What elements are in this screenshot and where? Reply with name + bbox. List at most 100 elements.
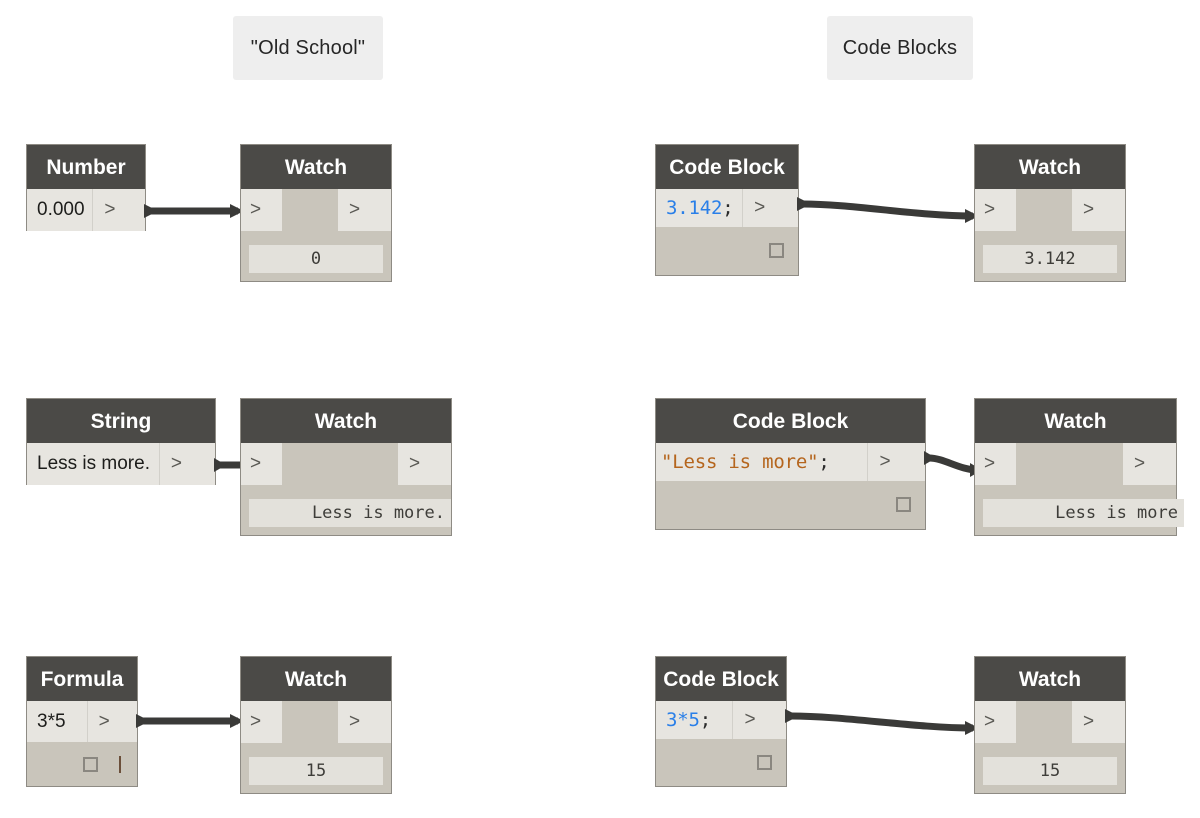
watch-string-input-port[interactable]: > — [241, 443, 282, 485]
string-input-field[interactable]: Less is more. — [27, 443, 159, 485]
codeblock-formula-output-port[interactable]: > — [732, 701, 786, 739]
watch-string-header: Watch — [241, 399, 451, 443]
watch-cb-number-value: 3.142 — [983, 245, 1117, 273]
watch-string-port-gap — [282, 443, 398, 485]
wire-codeblock-to-watch-number — [797, 197, 979, 223]
number-input-field[interactable]: 0.000 — [27, 189, 93, 231]
node-codeblock-string[interactable]: Code Block "Less is more"; > — [655, 398, 926, 530]
watch-cb-formula-output-port[interactable]: > — [1072, 701, 1125, 743]
number-input-value: 0.000 — [37, 199, 85, 220]
watch-string-value: Less is more. — [249, 499, 451, 527]
watch-string-value-text: Less is more. — [311, 503, 445, 523]
codeblock-string-header: Code Block — [656, 399, 925, 443]
codeblock-string-output-port[interactable]: > — [867, 443, 925, 481]
node-formula[interactable]: Formula 3*5 > — [26, 656, 138, 787]
watch-cb-string-output-port[interactable]: > — [1123, 443, 1176, 485]
number-output-port[interactable]: > — [92, 189, 145, 231]
watch-cb-formula-title: Watch — [1018, 667, 1082, 691]
watch-cb-formula-input-chevron: > — [984, 711, 996, 732]
watch-cb-number-port-gap — [1016, 189, 1072, 231]
node-watch-string[interactable]: Watch > > Less is more. — [240, 398, 452, 536]
codeblock-number-checkbox[interactable] — [769, 243, 784, 258]
node-formula-title: Formula — [40, 667, 124, 691]
node-number[interactable]: Number 0.000 > — [26, 144, 146, 231]
watch-number-value: 0 — [249, 245, 383, 273]
string-output-port[interactable]: > — [158, 443, 215, 485]
node-string-title: String — [90, 409, 152, 433]
node-watch-codeblock-number[interactable]: Watch > > 3.142 — [974, 144, 1126, 282]
watch-number-header: Watch — [241, 145, 391, 189]
codeblock-number-title: Code Block — [669, 155, 785, 179]
codeblock-string-output-chevron: > — [879, 451, 891, 472]
formula-input-field[interactable]: 3*5 — [27, 701, 87, 742]
watch-cb-string-header: Watch — [975, 399, 1176, 443]
codeblock-number-semicolon: ; — [722, 197, 734, 219]
watch-formula-output-port[interactable]: > — [338, 701, 391, 743]
watch-cb-formula-value: 15 — [983, 757, 1117, 785]
node-formula-header: Formula — [27, 657, 137, 701]
node-string-header: String — [27, 399, 215, 443]
watch-formula-output-chevron: > — [349, 711, 361, 732]
formula-checkbox[interactable] — [83, 757, 98, 772]
node-string[interactable]: String Less is more. > — [26, 398, 216, 485]
string-input-value: Less is more. — [37, 453, 150, 474]
watch-string-input-chevron: > — [250, 453, 262, 474]
section-label-old-school-text: "Old School" — [250, 36, 366, 59]
watch-cb-string-title: Watch — [1044, 409, 1107, 433]
watch-formula-input-port[interactable]: > — [241, 701, 282, 743]
codeblock-formula-output-chevron: > — [744, 709, 756, 730]
number-output-port-chevron: > — [104, 199, 116, 220]
watch-number-output-port[interactable]: > — [338, 189, 391, 231]
watch-cb-number-header: Watch — [975, 145, 1125, 189]
watch-cb-string-output-chevron: > — [1134, 453, 1146, 474]
watch-string-output-port[interactable]: > — [398, 443, 451, 485]
codeblock-formula-checkbox[interactable] — [757, 755, 772, 770]
formula-text-caret — [119, 756, 121, 773]
codeblock-formula-title: Code Block — [663, 667, 779, 691]
watch-cb-string-value: Less is more — [983, 499, 1184, 527]
watch-number-title: Watch — [284, 155, 348, 179]
string-output-port-chevron: > — [170, 453, 182, 474]
watch-formula-input-chevron: > — [250, 711, 262, 732]
node-number-header: Number — [27, 145, 145, 189]
codeblock-string-semicolon: ; — [818, 451, 830, 473]
node-watch-number[interactable]: Watch > > 0 — [240, 144, 392, 282]
formula-output-port-chevron: > — [98, 710, 110, 732]
watch-cb-number-output-port[interactable]: > — [1072, 189, 1125, 231]
watch-string-output-chevron: > — [409, 453, 421, 474]
watch-formula-value: 15 — [249, 757, 383, 785]
node-number-title: Number — [46, 155, 126, 179]
node-watch-codeblock-string[interactable]: Watch > > Less is more — [974, 398, 1184, 536]
watch-cb-formula-value-text: 15 — [1039, 761, 1061, 781]
formula-output-port[interactable]: > — [86, 701, 137, 742]
node-codeblock-formula[interactable]: Code Block 3*5; > — [655, 656, 787, 787]
codeblock-number-code-field[interactable]: 3.142; — [656, 189, 743, 227]
codeblock-string-checkbox[interactable] — [896, 497, 911, 512]
watch-cb-string-input-port[interactable]: > — [975, 443, 1016, 485]
watch-cb-number-input-port[interactable]: > — [975, 189, 1016, 231]
watch-formula-title: Watch — [284, 667, 348, 691]
watch-cb-formula-port-gap — [1016, 701, 1072, 743]
watch-number-value-text: 0 — [310, 249, 322, 269]
watch-number-input-port[interactable]: > — [241, 189, 282, 231]
codeblock-string-title: Code Block — [732, 409, 849, 433]
section-label-code-blocks-text: Code Blocks — [842, 36, 958, 59]
section-label-code-blocks: Code Blocks — [827, 16, 973, 80]
codeblock-number-output-port[interactable]: > — [742, 189, 798, 227]
watch-cb-formula-header: Watch — [975, 657, 1125, 701]
node-watch-formula[interactable]: Watch > > 15 — [240, 656, 392, 794]
codeblock-number-literal: 3.142 — [666, 197, 723, 219]
watch-cb-formula-input-port[interactable]: > — [975, 701, 1016, 743]
node-codeblock-number[interactable]: Code Block 3.142; > — [655, 144, 799, 276]
watch-cb-string-port-gap — [1016, 443, 1123, 485]
codeblock-string-literal: "Less is more" — [661, 451, 819, 473]
codeblock-number-header: Code Block — [656, 145, 798, 189]
node-watch-codeblock-formula[interactable]: Watch > > 15 — [974, 656, 1126, 794]
watch-number-input-chevron: > — [250, 199, 262, 220]
watch-formula-port-gap — [282, 701, 338, 743]
codeblock-formula-literal: 3*5 — [666, 709, 700, 731]
watch-string-title: Watch — [314, 409, 378, 433]
codeblock-formula-code-field[interactable]: 3*5; — [656, 701, 733, 739]
codeblock-string-code-field[interactable]: "Less is more"; — [656, 443, 868, 481]
section-label-old-school: "Old School" — [233, 16, 383, 80]
